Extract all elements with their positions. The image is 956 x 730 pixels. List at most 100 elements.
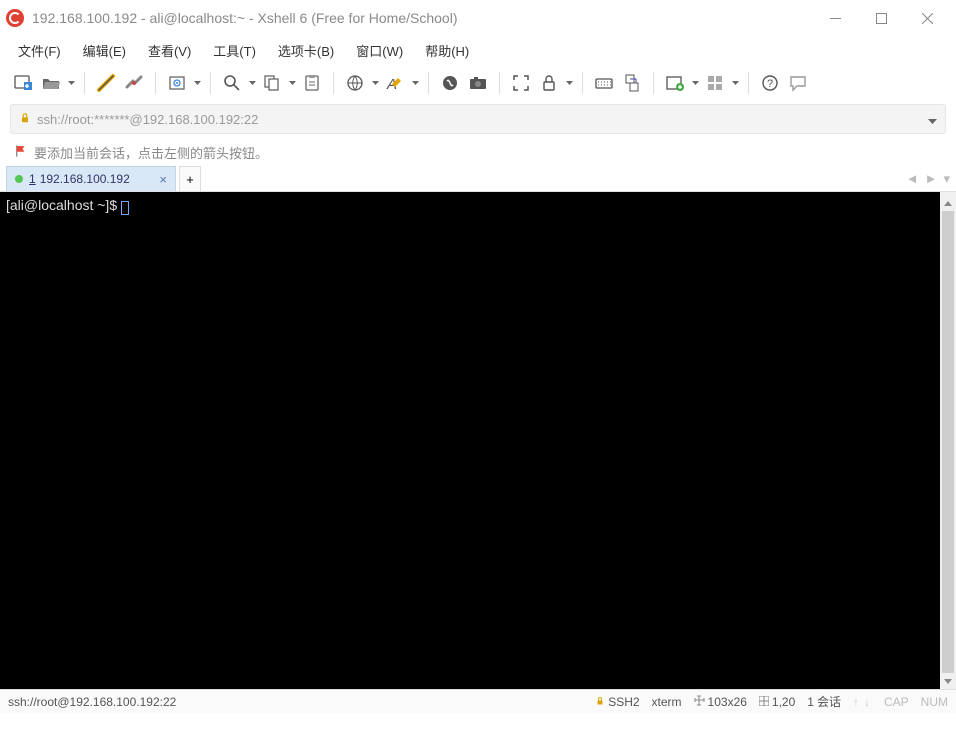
- tile-button[interactable]: [702, 70, 728, 96]
- toolbar-separator: [653, 72, 654, 94]
- script-button[interactable]: [437, 70, 463, 96]
- tab-label: 192.168.100.192: [40, 172, 130, 186]
- open-dropdown[interactable]: [66, 70, 76, 96]
- terminal[interactable]: [ali@localhost ~]$: [0, 192, 940, 689]
- menu-view[interactable]: 查看(V): [140, 37, 199, 64]
- transfer-button[interactable]: [619, 70, 645, 96]
- status-num: NUM: [921, 695, 948, 709]
- title-bar: 192.168.100.192 - ali@localhost:~ - Xshe…: [0, 0, 956, 36]
- fullscreen-button[interactable]: [508, 70, 534, 96]
- status-sess-text: 会话: [817, 693, 841, 710]
- status-bar: ssh://root@192.168.100.192:22 SSH2 xterm…: [0, 689, 956, 713]
- lock-dropdown[interactable]: [564, 70, 574, 96]
- font-button[interactable]: A: [382, 70, 408, 96]
- hint-bar: 要添加当前会话，点击左侧的箭头按钮。: [0, 138, 956, 166]
- font-dropdown[interactable]: [410, 70, 420, 96]
- lock-icon: [19, 112, 31, 127]
- open-session-button[interactable]: [38, 70, 64, 96]
- session-tab[interactable]: 1 192.168.100.192 ×: [6, 166, 176, 191]
- svg-text:?: ?: [767, 78, 773, 90]
- tab-index: 1: [29, 172, 36, 186]
- toolbar-separator: [748, 72, 749, 94]
- tab-nav: ◄ ► ▾: [906, 166, 950, 191]
- globe-button[interactable]: [342, 70, 368, 96]
- address-dropdown-icon[interactable]: [928, 112, 937, 127]
- camera-button[interactable]: [465, 70, 491, 96]
- disconnect-button[interactable]: [121, 70, 147, 96]
- status-connection: ssh://root@192.168.100.192:22: [8, 695, 583, 709]
- scroll-track[interactable]: [940, 211, 956, 673]
- menu-help[interactable]: 帮助(H): [417, 37, 477, 64]
- flag-icon: [14, 144, 28, 161]
- help-button[interactable]: ?: [757, 70, 783, 96]
- address-text: ssh://root:*******@192.168.100.192:22: [37, 112, 928, 127]
- address-bar[interactable]: ssh://root:*******@192.168.100.192:22: [10, 104, 946, 134]
- minimize-button[interactable]: [812, 3, 858, 33]
- hint-text: 要添加当前会话，点击左侧的箭头按钮。: [34, 143, 268, 162]
- close-button[interactable]: [904, 3, 950, 33]
- tab-prev-button[interactable]: ◄: [906, 171, 919, 186]
- status-encoding: 1,20: [759, 695, 795, 709]
- status-size-text: 103x26: [708, 695, 747, 709]
- status-cap: CAP: [884, 695, 909, 709]
- lock-button[interactable]: [536, 70, 562, 96]
- app-logo-icon: [6, 9, 24, 27]
- up-arrow-icon: ↑: [853, 695, 861, 709]
- menu-bar: 文件(F) 编辑(E) 查看(V) 工具(T) 选项卡(B) 窗口(W) 帮助(…: [0, 36, 956, 64]
- tab-next-button[interactable]: ►: [925, 171, 938, 186]
- tab-close-button[interactable]: ×: [149, 172, 167, 187]
- menu-tabs[interactable]: 选项卡(B): [270, 37, 342, 64]
- lock-icon: [595, 695, 605, 709]
- paste-button[interactable]: [299, 70, 325, 96]
- keyboard-button[interactable]: [591, 70, 617, 96]
- toolbar-separator: [84, 72, 85, 94]
- tabs-bar: 1 192.168.100.192 × + ◄ ► ▾: [0, 166, 956, 192]
- terminal-prompt: [ali@localhost ~]$: [6, 197, 121, 213]
- status-proto-text: SSH2: [608, 695, 639, 709]
- toolbar: A ?: [0, 64, 956, 102]
- scrollbar[interactable]: [940, 192, 956, 689]
- grid-icon: [759, 695, 769, 709]
- cursor-icon: [121, 201, 129, 215]
- tab-menu-button[interactable]: ▾: [943, 171, 950, 187]
- scroll-thumb[interactable]: [942, 211, 954, 673]
- scroll-down-button[interactable]: [940, 673, 956, 689]
- new-session-button[interactable]: [10, 70, 36, 96]
- toolbar-separator: [499, 72, 500, 94]
- status-sess-num: 1: [807, 695, 814, 709]
- toolbar-separator: [333, 72, 334, 94]
- new-window-button[interactable]: [662, 70, 688, 96]
- status-dot-icon: [15, 175, 23, 183]
- copy-button[interactable]: [259, 70, 285, 96]
- toolbar-separator: [582, 72, 583, 94]
- status-transfer: ↑↓: [853, 695, 872, 709]
- menu-file[interactable]: 文件(F): [10, 37, 69, 64]
- scroll-up-button[interactable]: [940, 195, 956, 211]
- new-window-dropdown[interactable]: [690, 70, 700, 96]
- maximize-button[interactable]: [858, 3, 904, 33]
- resize-icon: [694, 695, 705, 709]
- globe-dropdown[interactable]: [370, 70, 380, 96]
- menu-window[interactable]: 窗口(W): [348, 37, 411, 64]
- down-arrow-icon: ↓: [864, 695, 872, 709]
- toolbar-separator: [428, 72, 429, 94]
- properties-button[interactable]: [164, 70, 190, 96]
- tile-dropdown[interactable]: [730, 70, 740, 96]
- copy-dropdown[interactable]: [287, 70, 297, 96]
- search-button[interactable]: [219, 70, 245, 96]
- reconnect-button[interactable]: [93, 70, 119, 96]
- status-sessions: 1 会话: [807, 693, 841, 710]
- search-dropdown[interactable]: [247, 70, 257, 96]
- menu-edit[interactable]: 编辑(E): [75, 37, 134, 64]
- toolbar-separator: [210, 72, 211, 94]
- add-tab-button[interactable]: +: [179, 166, 201, 191]
- toolbar-separator: [155, 72, 156, 94]
- chat-button[interactable]: [785, 70, 811, 96]
- properties-dropdown[interactable]: [192, 70, 202, 96]
- status-protocol: SSH2: [595, 695, 639, 709]
- terminal-area: [ali@localhost ~]$: [0, 192, 956, 689]
- status-size: 103x26: [694, 695, 747, 709]
- plus-icon: +: [186, 172, 194, 187]
- status-enc-text: 1,20: [772, 695, 795, 709]
- menu-tools[interactable]: 工具(T): [205, 37, 264, 64]
